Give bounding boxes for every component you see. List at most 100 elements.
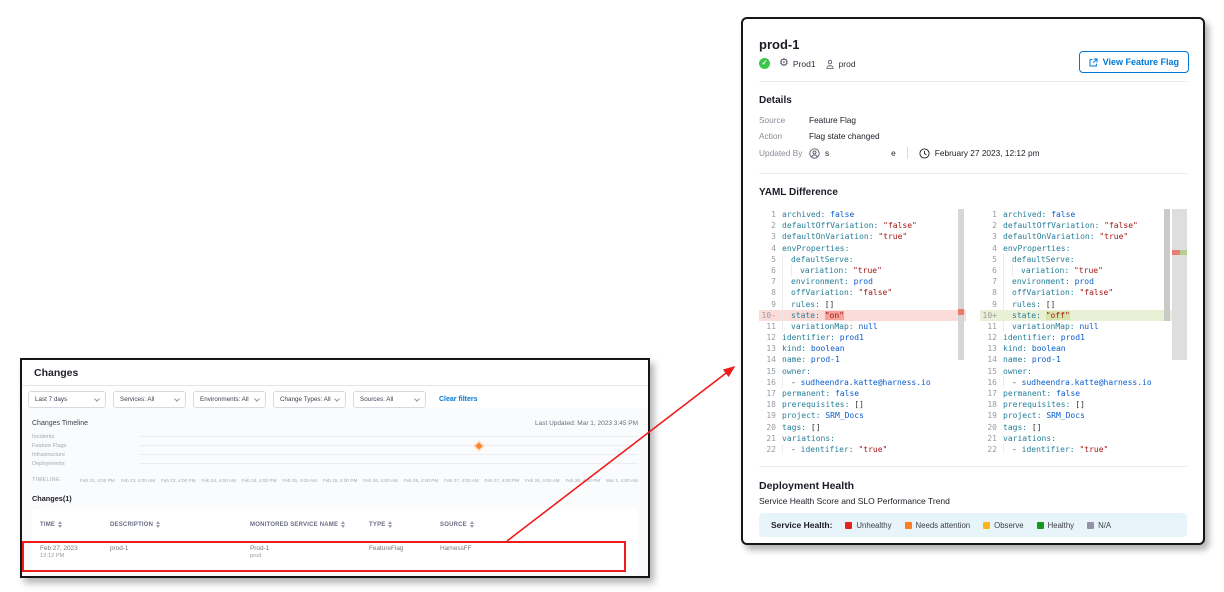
action-value: Flag state changed xyxy=(809,131,880,141)
yaml-code: - sudheendra.katte@harness.io xyxy=(782,377,931,388)
yaml-code: state: "on" xyxy=(782,310,844,321)
yaml-code: tags: [] xyxy=(782,422,821,433)
updated-at-value: February 27 2023, 12:12 pm xyxy=(935,148,1040,158)
column-label: TYPE xyxy=(369,522,385,528)
yaml-code: variation: "true" xyxy=(782,265,882,276)
yaml-token: defaultOnVariation: xyxy=(782,232,874,241)
yaml-token: defaultOnVariation: xyxy=(1003,232,1095,241)
yaml-token: project: xyxy=(782,411,821,420)
yaml-token: "off" xyxy=(1046,311,1070,320)
legend-item-needs-attention: Needs attention xyxy=(905,521,971,530)
yaml-code: identifier: prod1 xyxy=(782,332,864,343)
indent-guide xyxy=(782,254,791,265)
yaml-line: 18prerequisites: [] xyxy=(759,399,966,410)
yaml-token: "true" xyxy=(1075,445,1109,453)
line-number: 5 xyxy=(759,254,776,265)
yaml-token: - xyxy=(791,378,801,387)
yaml-token: [] xyxy=(1027,423,1041,432)
filter-dropdown-change-types-all[interactable]: Change Types: All xyxy=(273,391,346,408)
timeline-tick: Feb 23, 4:00 PM xyxy=(161,478,196,483)
yaml-diff-right-pane[interactable]: 1archived: false2defaultOffVariation: "f… xyxy=(980,209,1187,453)
scrollbar[interactable] xyxy=(1164,209,1170,321)
line-number: 4 xyxy=(980,243,997,254)
line-number: 15 xyxy=(980,366,997,377)
yaml-token: environment: xyxy=(791,277,849,286)
legend-label: N/A xyxy=(1098,521,1111,530)
yaml-token: permanent: xyxy=(1003,389,1051,398)
yaml-token: boolean xyxy=(1027,344,1066,353)
legend-label: Needs attention xyxy=(916,521,971,530)
legend-swatch xyxy=(983,522,990,529)
yaml-line: 16- sudheendra.katte@harness.io xyxy=(980,377,1187,388)
line-number: 1 xyxy=(759,209,776,220)
yaml-token: prod xyxy=(1070,277,1094,286)
column-header-monitored-service-name[interactable]: MONITORED SERVICE NAME xyxy=(250,521,369,528)
column-header-source[interactable]: SOURCE xyxy=(440,521,638,528)
view-feature-flag-button[interactable]: View Feature Flag xyxy=(1079,51,1189,73)
line-number: 16 xyxy=(980,377,997,388)
yaml-diff-left-pane[interactable]: 1archived: false2defaultOffVariation: "f… xyxy=(759,209,966,453)
filter-dropdown-services-all[interactable]: Services: All xyxy=(113,391,186,408)
clear-filters-link[interactable]: Clear filters xyxy=(439,396,478,403)
yaml-line: 12 identifier: prod1 xyxy=(759,332,966,343)
deployment-health-subheading: Service Health Score and SLO Performance… xyxy=(759,496,1187,506)
line-number: 14 xyxy=(759,354,776,365)
column-header-type[interactable]: TYPE xyxy=(369,521,440,528)
environment-name: prod xyxy=(839,59,856,69)
scrollbar[interactable] xyxy=(958,209,964,360)
line-number: 22 xyxy=(759,444,776,453)
yaml-line: 20tags: [] xyxy=(759,422,966,433)
feature-flag-event-marker[interactable] xyxy=(475,442,482,449)
timeline-tick: Feb 24, 4:00 PM xyxy=(242,478,277,483)
yaml-line: 13kind: boolean xyxy=(980,343,1187,354)
yaml-code: envProperties: xyxy=(1003,243,1070,254)
timeline-tick: Feb 24, 4:00 AM xyxy=(201,478,235,483)
indent-guide xyxy=(782,265,791,276)
service-name: Prod1 xyxy=(793,59,816,69)
line-number: 10+ xyxy=(980,310,997,321)
line-number: 12 xyxy=(759,332,776,343)
filter-dropdown-environments-all[interactable]: Environments: All xyxy=(193,391,266,408)
yaml-token: offVariation: xyxy=(791,288,854,297)
yaml-token: owner: xyxy=(782,367,811,376)
line-number: 20 xyxy=(980,422,997,433)
indent-guide xyxy=(782,444,791,453)
yaml-code: rules: [] xyxy=(782,299,834,310)
filter-dropdown-last-7-days[interactable]: Last 7 days xyxy=(28,391,106,408)
detail-title: prod-1 xyxy=(759,37,1187,52)
yaml-code: offVariation: "false" xyxy=(1003,287,1113,298)
table-row[interactable]: Feb 27, 202312:12 PMprod-1Prod-1prodFeat… xyxy=(40,539,638,569)
line-number: 12 xyxy=(980,332,997,343)
line-number: 17 xyxy=(759,388,776,399)
yaml-token: state: xyxy=(1012,311,1041,320)
yaml-token: envProperties: xyxy=(782,244,849,253)
legend-item-unhealthy: Unhealthy xyxy=(845,521,891,530)
time-detail: 12:12 PM xyxy=(40,553,110,559)
yaml-code: kind: boolean xyxy=(782,343,845,354)
yaml-token: prod-1 xyxy=(1027,355,1061,364)
column-header-time[interactable]: TIME xyxy=(40,521,110,528)
line-number: 21 xyxy=(980,433,997,444)
monitored-service-name: Prod-1 xyxy=(250,545,369,552)
yaml-token: "true" xyxy=(1095,232,1129,241)
filter-dropdown-sources-all[interactable]: Sources: All xyxy=(353,391,426,408)
yaml-code: tags: [] xyxy=(1003,422,1042,433)
yaml-token: identifier: xyxy=(782,333,835,342)
yaml-code: identifier: prod1 xyxy=(1003,332,1085,343)
yaml-line: 22- identifier: "true" xyxy=(980,444,1187,453)
yaml-token: defaultOffVariation: xyxy=(1003,221,1099,230)
view-feature-flag-label: View Feature Flag xyxy=(1103,57,1179,67)
yaml-token: tags: xyxy=(1003,423,1027,432)
yaml-token: project: xyxy=(1003,411,1042,420)
changes-count-label: Changes(1) xyxy=(22,494,648,503)
monitored-service-env: prod xyxy=(250,553,369,559)
yaml-difference-heading: YAML Difference xyxy=(759,187,1187,198)
yaml-token: false xyxy=(1046,210,1075,219)
yaml-token: sudheendra.katte@harness.io xyxy=(1022,378,1152,387)
line-number: 9 xyxy=(759,299,776,310)
yaml-token: prod-1 xyxy=(806,355,840,364)
yaml-line: 16- sudheendra.katte@harness.io xyxy=(759,377,966,388)
yaml-line: 17permanent: false xyxy=(759,388,966,399)
column-header-description[interactable]: DESCRIPTION xyxy=(110,521,250,528)
changes-table: TIMEDESCRIPTIONMONITORED SERVICE NAMETYP… xyxy=(32,509,638,573)
